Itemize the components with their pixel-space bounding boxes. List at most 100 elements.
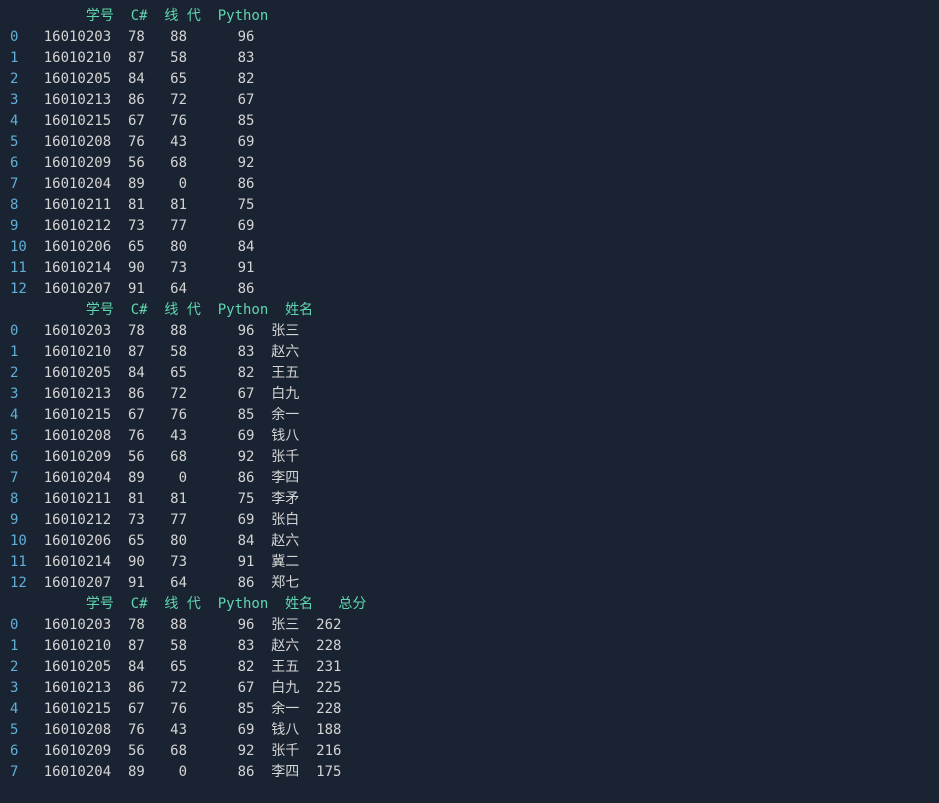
row-index: 3 <box>10 92 27 108</box>
table-row: 2 16010205 84 65 82 王五 <box>10 363 929 384</box>
table-row: 12 16010207 91 64 86 郑七 <box>10 573 929 594</box>
row-index: 12 <box>10 575 27 591</box>
row-index: 2 <box>10 659 27 675</box>
row-values: 16010203 78 88 96 张三 262 <box>27 617 342 633</box>
row-index: 6 <box>10 155 27 171</box>
row-index: 10 <box>10 533 27 549</box>
table-row: 4 16010215 67 76 85 余一 <box>10 405 929 426</box>
table-row: 11 16010214 90 73 91 <box>10 258 929 279</box>
table-header: 学号 C# 线 代 Python <box>10 6 929 27</box>
row-values: 16010203 78 88 96 张三 <box>27 323 299 339</box>
row-values: 16010206 65 80 84 <box>27 239 255 255</box>
row-index: 1 <box>10 50 27 66</box>
row-index: 0 <box>10 617 27 633</box>
row-values: 16010214 90 73 91 冀二 <box>27 554 299 570</box>
table-row: 0 16010203 78 88 96 张三 262 <box>10 615 929 636</box>
header-text: 学号 C# 线 代 Python <box>10 8 268 24</box>
row-index: 2 <box>10 365 27 381</box>
table-row: 10 16010206 65 80 84 <box>10 237 929 258</box>
row-index: 3 <box>10 386 27 402</box>
row-values: 16010215 67 76 85 余一 <box>27 407 299 423</box>
table-row: 7 16010204 89 0 86 <box>10 174 929 195</box>
table-row: 5 16010208 76 43 69 钱八 188 <box>10 720 929 741</box>
table-row: 8 16010211 81 81 75 李矛 <box>10 489 929 510</box>
row-index: 0 <box>10 29 27 45</box>
row-values: 16010208 76 43 69 钱八 188 <box>27 722 342 738</box>
row-values: 16010204 89 0 86 <box>27 176 255 192</box>
table-row: 3 16010213 86 72 67 <box>10 90 929 111</box>
table-row: 3 16010213 86 72 67 白九 225 <box>10 678 929 699</box>
table-row: 1 16010210 87 58 83 赵六 228 <box>10 636 929 657</box>
row-values: 16010203 78 88 96 <box>27 29 255 45</box>
row-values: 16010210 87 58 83 赵六 228 <box>27 638 342 654</box>
row-values: 16010209 56 68 92 张千 <box>27 449 299 465</box>
row-values: 16010204 89 0 86 李四 <box>27 470 299 486</box>
row-index: 0 <box>10 323 27 339</box>
table-row: 5 16010208 76 43 69 <box>10 132 929 153</box>
header-text: 学号 C# 线 代 Python 姓名 总分 <box>10 596 366 612</box>
table-row: 10 16010206 65 80 84 赵六 <box>10 531 929 552</box>
row-values: 16010213 86 72 67 白九 <box>27 386 299 402</box>
table-row: 0 16010203 78 88 96 张三 <box>10 321 929 342</box>
row-values: 16010214 90 73 91 <box>27 260 255 276</box>
row-index: 6 <box>10 743 27 759</box>
row-values: 16010215 67 76 85 余一 228 <box>27 701 342 717</box>
table-row: 9 16010212 73 77 69 <box>10 216 929 237</box>
header-text: 学号 C# 线 代 Python 姓名 <box>10 302 313 318</box>
row-index: 9 <box>10 512 27 528</box>
row-index: 7 <box>10 470 27 486</box>
row-values: 16010208 76 43 69 钱八 <box>27 428 299 444</box>
row-index: 11 <box>10 260 27 276</box>
row-index: 12 <box>10 281 27 297</box>
table-row: 7 16010204 89 0 86 李四 175 <box>10 762 929 783</box>
row-values: 16010213 86 72 67 <box>27 92 255 108</box>
table-row: 1 16010210 87 58 83 赵六 <box>10 342 929 363</box>
row-values: 16010215 67 76 85 <box>27 113 255 129</box>
row-index: 8 <box>10 197 27 213</box>
table-row: 9 16010212 73 77 69 张白 <box>10 510 929 531</box>
row-index: 2 <box>10 71 27 87</box>
row-values: 16010211 81 81 75 <box>27 197 255 213</box>
row-index: 7 <box>10 764 27 780</box>
table-row: 4 16010215 67 76 85 <box>10 111 929 132</box>
table-header: 学号 C# 线 代 Python 姓名 <box>10 300 929 321</box>
table-row: 2 16010205 84 65 82 王五 231 <box>10 657 929 678</box>
row-values: 16010209 56 68 92 <box>27 155 255 171</box>
row-index: 9 <box>10 218 27 234</box>
row-index: 5 <box>10 134 27 150</box>
row-values: 16010210 87 58 83 <box>27 50 255 66</box>
row-values: 16010208 76 43 69 <box>27 134 255 150</box>
row-index: 11 <box>10 554 27 570</box>
row-values: 16010211 81 81 75 李矛 <box>27 491 299 507</box>
row-index: 1 <box>10 344 27 360</box>
row-index: 4 <box>10 407 27 423</box>
row-index: 4 <box>10 113 27 129</box>
table-header: 学号 C# 线 代 Python 姓名 总分 <box>10 594 929 615</box>
row-values: 16010207 91 64 86 <box>27 281 255 297</box>
table-row: 1 16010210 87 58 83 <box>10 48 929 69</box>
table-row: 0 16010203 78 88 96 <box>10 27 929 48</box>
row-values: 16010207 91 64 86 郑七 <box>27 575 299 591</box>
row-index: 5 <box>10 428 27 444</box>
row-values: 16010204 89 0 86 李四 175 <box>27 764 342 780</box>
row-index: 10 <box>10 239 27 255</box>
table-row: 2 16010205 84 65 82 <box>10 69 929 90</box>
table-row: 6 16010209 56 68 92 张千 <box>10 447 929 468</box>
row-index: 4 <box>10 701 27 717</box>
row-index: 3 <box>10 680 27 696</box>
row-values: 16010205 84 65 82 <box>27 71 255 87</box>
row-values: 16010210 87 58 83 赵六 <box>27 344 299 360</box>
row-index: 5 <box>10 722 27 738</box>
table-row: 5 16010208 76 43 69 钱八 <box>10 426 929 447</box>
row-index: 8 <box>10 491 27 507</box>
table-row: 12 16010207 91 64 86 <box>10 279 929 300</box>
row-index: 1 <box>10 638 27 654</box>
row-values: 16010212 73 77 69 <box>27 218 255 234</box>
row-index: 7 <box>10 176 27 192</box>
row-values: 16010212 73 77 69 张白 <box>27 512 299 528</box>
table-row: 3 16010213 86 72 67 白九 <box>10 384 929 405</box>
table-row: 6 16010209 56 68 92 张千 216 <box>10 741 929 762</box>
row-values: 16010205 84 65 82 王五 231 <box>27 659 342 675</box>
row-values: 16010206 65 80 84 赵六 <box>27 533 299 549</box>
row-values: 16010209 56 68 92 张千 216 <box>27 743 342 759</box>
